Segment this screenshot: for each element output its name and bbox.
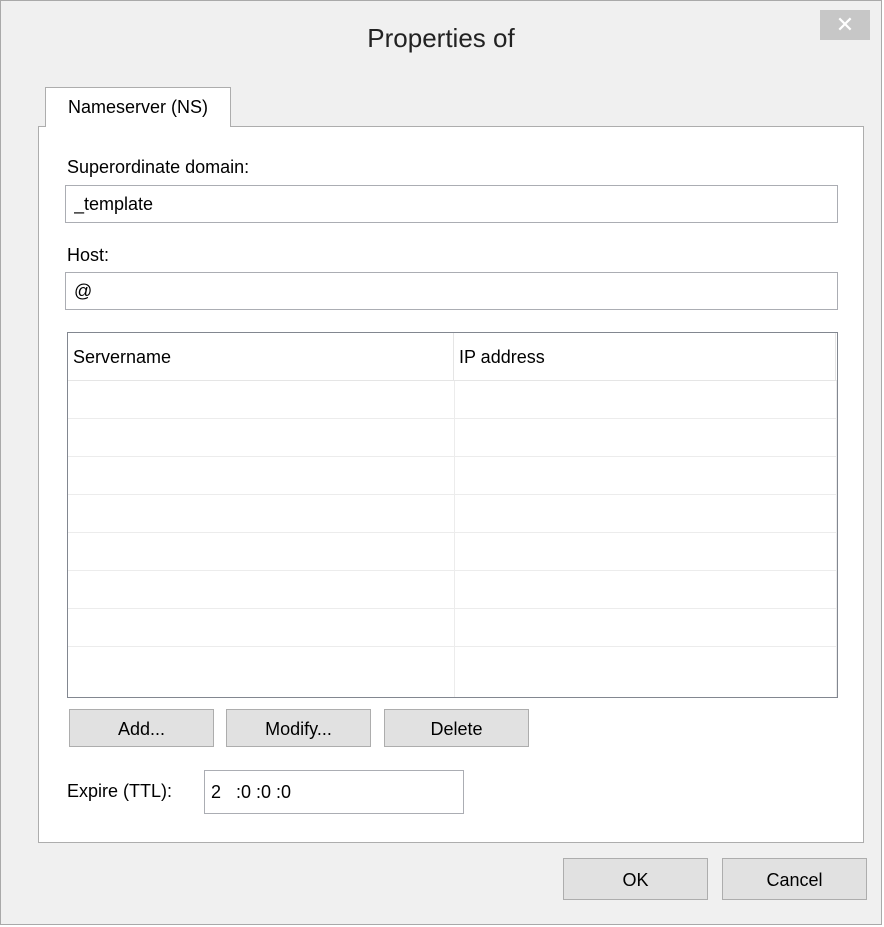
list-row [68,609,837,647]
modify-button[interactable]: Modify... [226,709,371,747]
list-row [68,457,837,495]
expire-ttl-input[interactable] [204,770,464,814]
superordinate-domain-input[interactable] [65,185,838,223]
host-label: Host: [67,245,110,265]
list-row [68,419,837,457]
title-bar: Properties of ✕ [1,1,881,87]
column-header-ip-address[interactable]: IP address [454,333,836,381]
nameserver-list[interactable]: Servername IP address [67,332,838,698]
list-row [68,495,837,533]
window-title: Properties of [367,23,515,53]
list-row [68,381,837,419]
properties-dialog: Properties of ✕ Nameserver (NS) Superord… [0,0,882,925]
delete-button[interactable]: Delete [384,709,529,747]
list-row [68,571,837,609]
list-row [68,533,837,571]
add-button[interactable]: Add... [69,709,214,747]
superordinate-domain-label: Superordinate domain: [67,157,250,177]
close-button[interactable]: ✕ [820,10,870,40]
expire-ttl-label: Expire (TTL): [67,781,173,801]
list-header: Servername IP address [68,333,837,381]
column-header-servername[interactable]: Servername [68,333,454,381]
host-input[interactable] [65,272,838,310]
cancel-button[interactable]: Cancel [722,858,867,900]
tab-nameserver[interactable]: Nameserver (NS) [45,87,231,127]
ok-button[interactable]: OK [563,858,708,900]
close-icon: ✕ [835,12,855,37]
list-row [68,647,837,697]
